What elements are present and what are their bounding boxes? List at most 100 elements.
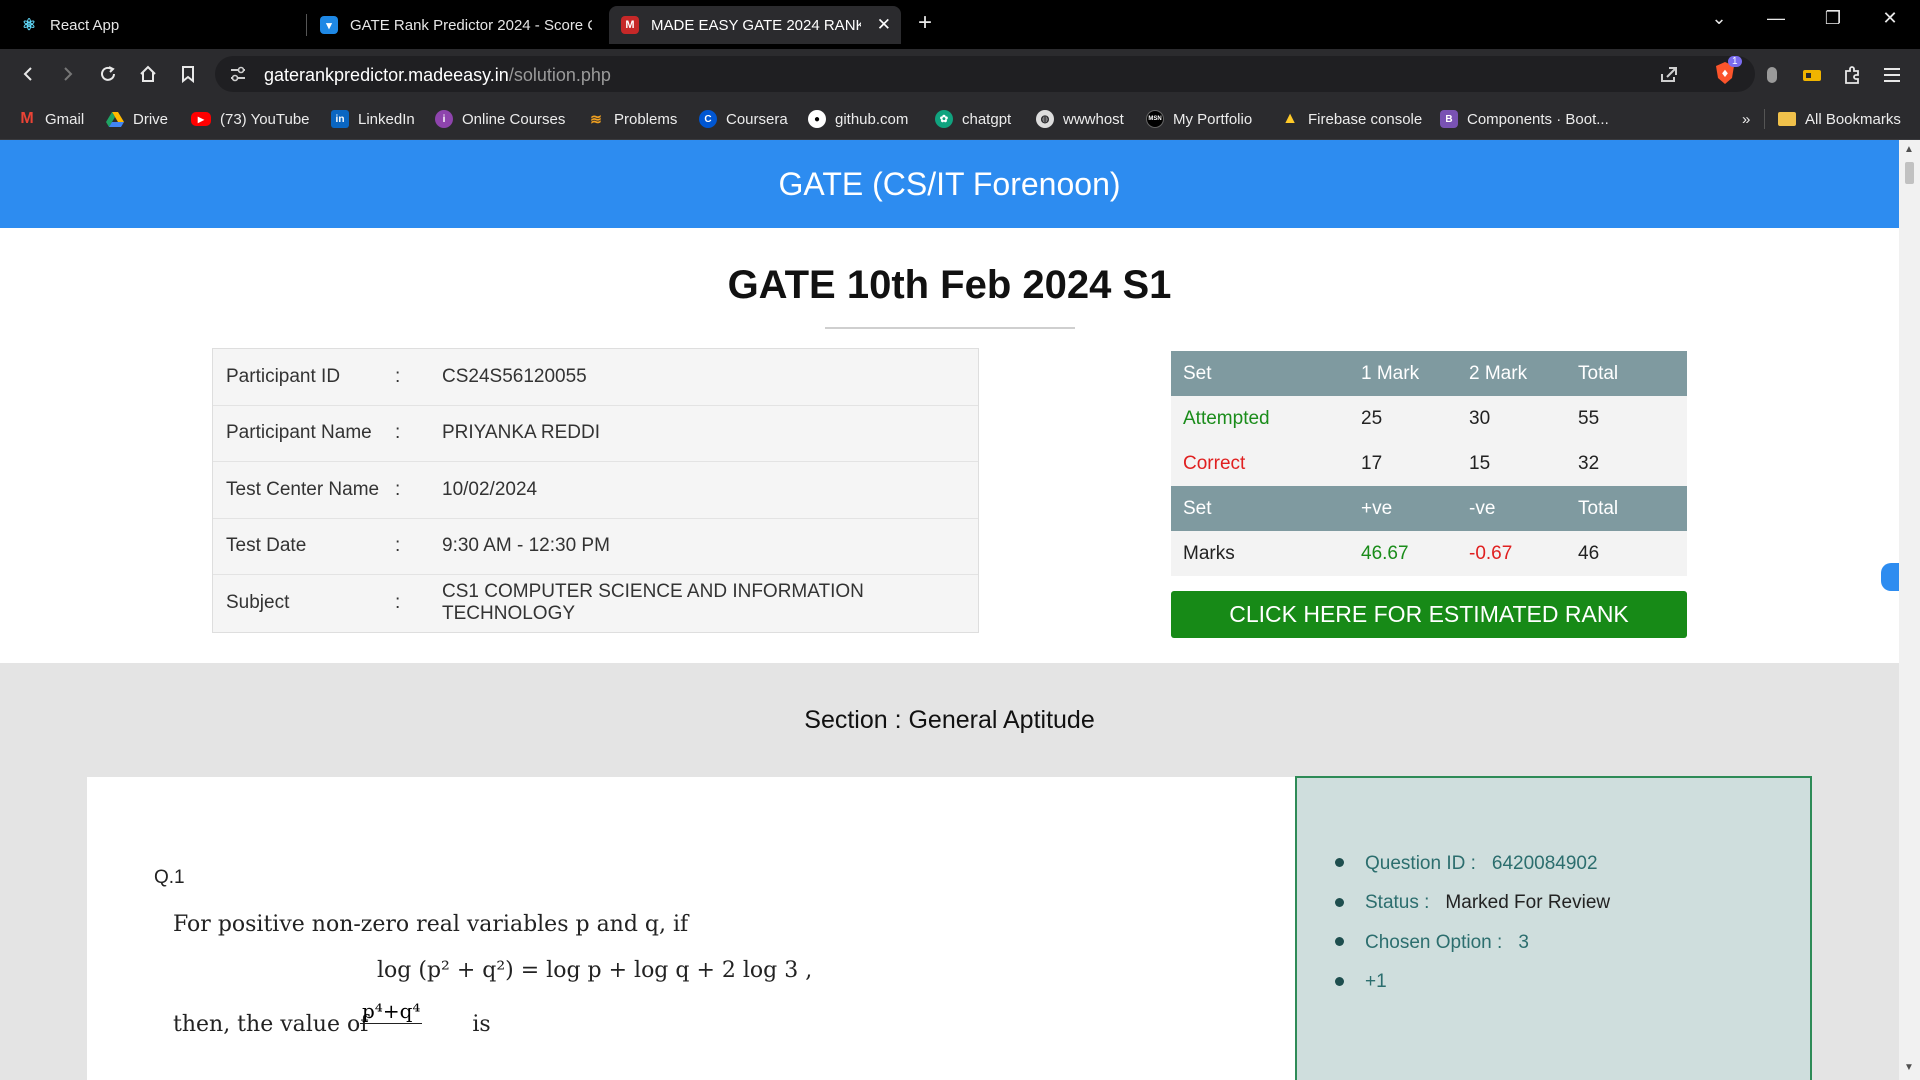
question-text-part: is (472, 1012, 491, 1037)
tab-title: MADE EASY GATE 2024 RANK PI (651, 16, 861, 34)
extensions-puzzle-icon[interactable] (1839, 62, 1865, 88)
home-icon (140, 65, 156, 82)
predictor-favicon: ▾ (320, 16, 338, 34)
question-info-panel: Question ID : 6420084902 Status : Marked… (1295, 776, 1812, 1080)
estimated-rank-button[interactable]: CLICK HERE FOR ESTIMATED RANK (1171, 591, 1687, 638)
info-val: 3 (1518, 931, 1529, 953)
bookmark-label: Gmail (45, 110, 85, 128)
url-path: /solution.php (508, 65, 611, 85)
firebase-icon: ▲ (1282, 110, 1298, 127)
scroll-thumb[interactable] (1905, 162, 1914, 184)
reload-button[interactable] (94, 60, 122, 88)
bookmark-wwwhost[interactable]: ◍ wwwhost (1036, 108, 1124, 130)
bookmark-gmail[interactable]: M Gmail (18, 108, 84, 130)
chosen-option-item: Chosen Option : 3 (1335, 923, 1610, 963)
bookmark-github[interactable]: ● github.com (808, 108, 908, 130)
bookmark-label: My Portfolio (1173, 110, 1253, 128)
page-scrollbar[interactable]: ▲ ▼ (1899, 140, 1920, 1080)
bookmark-linkedin[interactable]: in LinkedIn (331, 108, 415, 130)
forward-button[interactable] (54, 60, 82, 88)
question-info-list: Question ID : 6420084902 Status : Marked… (1335, 844, 1611, 1002)
tab-react-app[interactable]: ⚛ React App (8, 6, 304, 44)
tab-gate-rank-predictor[interactable]: ▾ GATE Rank Predictor 2024 - Score Ca (308, 6, 604, 44)
bookmarks-overflow[interactable]: » (1742, 108, 1750, 130)
extension-wallet-icon[interactable] (1799, 62, 1825, 88)
bookmark-drive[interactable]: Drive (106, 108, 168, 130)
score-table: Set 1 Mark 2 Mark Total Attempted 25 30 … (1171, 351, 1687, 576)
bookmark-problems[interactable]: ≋ Problems (587, 108, 677, 130)
tab-search-icon[interactable]: ⌄ (1701, 8, 1737, 29)
restore-button[interactable]: ❐ (1815, 8, 1851, 29)
score-cell: 15 (1469, 452, 1491, 474)
back-button[interactable] (14, 60, 42, 88)
close-tab-icon[interactable]: ✕ (877, 15, 891, 35)
info-label: Subject (226, 592, 290, 614)
bookmark-label: LinkedIn (358, 110, 415, 128)
question-fraction: p⁴+q⁴ (360, 999, 423, 1024)
question-text-continued: then, the value of is (173, 1012, 491, 1037)
extension-badge: 1 (1728, 56, 1742, 67)
close-window-button[interactable]: ✕ (1872, 8, 1908, 29)
scroll-up-icon[interactable]: ▲ (1904, 144, 1914, 155)
svg-text:♦: ♦ (1721, 69, 1730, 80)
globe-icon: ◍ (1036, 110, 1054, 128)
info-row: Test Center Name : 10/02/2024 (213, 462, 978, 519)
bookmark-icon (182, 66, 194, 83)
info-value: 9:30 AM - 12:30 PM (442, 535, 610, 557)
portfolio-icon: MSN (1146, 110, 1164, 128)
title-divider (825, 327, 1075, 329)
score-cell: -0.67 (1469, 542, 1513, 564)
problems-icon: ≋ (590, 110, 602, 127)
menu-icon[interactable] (1879, 62, 1905, 88)
header-title: GATE (CS/IT Forenoon) (778, 165, 1121, 202)
bookmark-my-portfolio[interactable]: MSN My Portfolio (1146, 108, 1252, 130)
brave-shield-icon[interactable]: ♦ 1 (1712, 56, 1742, 86)
address-bar[interactable]: gaterankpredictor.madeeasy.in/solution.p… (215, 56, 1755, 92)
section-title: Section : General Aptitude (804, 706, 1095, 734)
reload-icon (101, 66, 115, 81)
share-icon[interactable] (1659, 65, 1679, 83)
score-header-row: Set +ve -ve Total (1171, 486, 1687, 531)
bookmark-label: github.com (835, 110, 909, 128)
info-label: Participant Name (226, 422, 372, 444)
score-cell: Set (1183, 362, 1212, 384)
score-cell: Total (1578, 497, 1619, 519)
tab-made-easy-active[interactable]: M MADE EASY GATE 2024 RANK PI ✕ (609, 6, 901, 44)
linkedin-icon: in (331, 110, 349, 128)
info-key: Status : (1365, 892, 1430, 914)
score-cell: 46.67 (1361, 542, 1409, 564)
question-id-item: Question ID : 6420084902 (1335, 844, 1610, 884)
scroll-down-icon[interactable]: ▼ (1904, 1062, 1914, 1073)
bookmark-chatgpt[interactable]: ✿ chatgpt (935, 108, 1011, 130)
floating-widget-icon[interactable] (1881, 563, 1899, 591)
info-val: Marked For Review (1445, 892, 1611, 914)
info-value: PRIYANKA REDDI (442, 422, 601, 444)
bookmark-button[interactable] (174, 60, 202, 88)
score-cell: 25 (1361, 407, 1383, 429)
tab-bar: ⚛ React App ▾ GATE Rank Predictor 2024 -… (0, 0, 1920, 49)
info-key: Chosen Option : (1365, 931, 1503, 953)
courses-icon: i (435, 110, 453, 128)
new-tab-button[interactable]: + (918, 9, 932, 37)
score-cell: -ve (1469, 497, 1496, 519)
site-info-icon[interactable] (229, 66, 247, 82)
info-val: +1 (1365, 971, 1387, 993)
all-bookmarks[interactable]: All Bookmarks (1778, 108, 1901, 130)
drive-icon (106, 110, 124, 128)
github-icon: ● (808, 110, 826, 128)
score-cell: Marks (1183, 542, 1235, 564)
bookmark-coursera[interactable]: C Coursera (699, 108, 788, 130)
bookmark-label: Coursera (726, 110, 788, 128)
question-number: Q.1 (154, 867, 185, 888)
bookmark-firebase[interactable]: ▲ Firebase console (1281, 108, 1422, 130)
info-colon: : (395, 365, 401, 387)
bookmark-bootstrap[interactable]: B Components · Boot... (1440, 108, 1609, 130)
extension-mouse-icon[interactable] (1759, 62, 1785, 88)
home-button[interactable] (134, 60, 162, 88)
bookmark-youtube[interactable]: ▶ (73) YouTube (191, 108, 310, 130)
score-header-row: Set 1 Mark 2 Mark Total (1171, 351, 1687, 396)
bookmark-online-courses[interactable]: i Online Courses (435, 108, 565, 130)
minimize-button[interactable]: — (1758, 8, 1794, 29)
info-val: 6420084902 (1491, 852, 1598, 874)
info-key: Question ID : (1365, 852, 1476, 874)
